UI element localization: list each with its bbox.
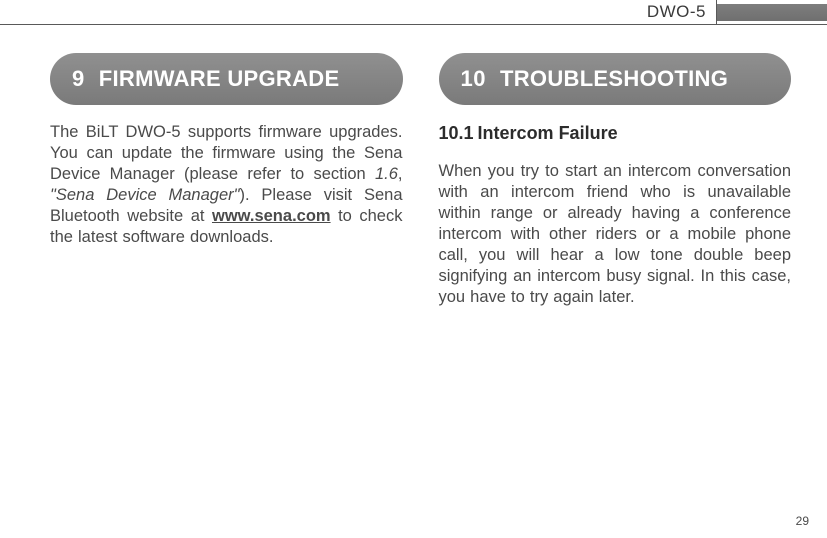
text-run: The BiLT DWO-5 supports firmware upgrade… [50,123,403,183]
page-content: 9 FIRMWARE UPGRADE The BiLT DWO-5 suppor… [0,25,827,325]
subsection-title: Intercom Failure [478,123,618,143]
firmware-paragraph: The BiLT DWO-5 supports firmware upgrade… [50,122,403,249]
section-quote: "Sena Device Manager" [50,186,240,204]
left-column: 9 FIRMWARE UPGRADE The BiLT DWO-5 suppor… [50,53,403,325]
troubleshooting-paragraph: When you try to start an intercom conver… [439,161,792,309]
chapter-number: 9 [72,66,85,92]
chapter-title: FIRMWARE UPGRADE [99,66,340,92]
text-run: , [398,165,403,183]
chapter-heading-10: 10 TROUBLESHOOTING [439,53,792,105]
header-right: DWO-5 [637,0,827,24]
chapter-number: 10 [461,66,486,92]
sena-link[interactable]: www.sena.com [212,207,331,225]
device-model-label: DWO-5 [637,0,716,24]
subsection-number: 10.1 [439,123,474,143]
header-accent-bar [717,4,827,21]
section-ref: 1.6 [375,165,398,183]
chapter-heading-9: 9 FIRMWARE UPGRADE [50,53,403,105]
page-number: 29 [796,514,809,528]
right-column: 10 TROUBLESHOOTING 10.1Intercom Failure … [439,53,792,325]
chapter-title: TROUBLESHOOTING [500,66,728,92]
manual-page: DWO-5 9 FIRMWARE UPGRADE The BiLT DWO-5 … [0,0,827,538]
subsection-heading: 10.1Intercom Failure [439,123,792,144]
page-header: DWO-5 [0,0,827,25]
